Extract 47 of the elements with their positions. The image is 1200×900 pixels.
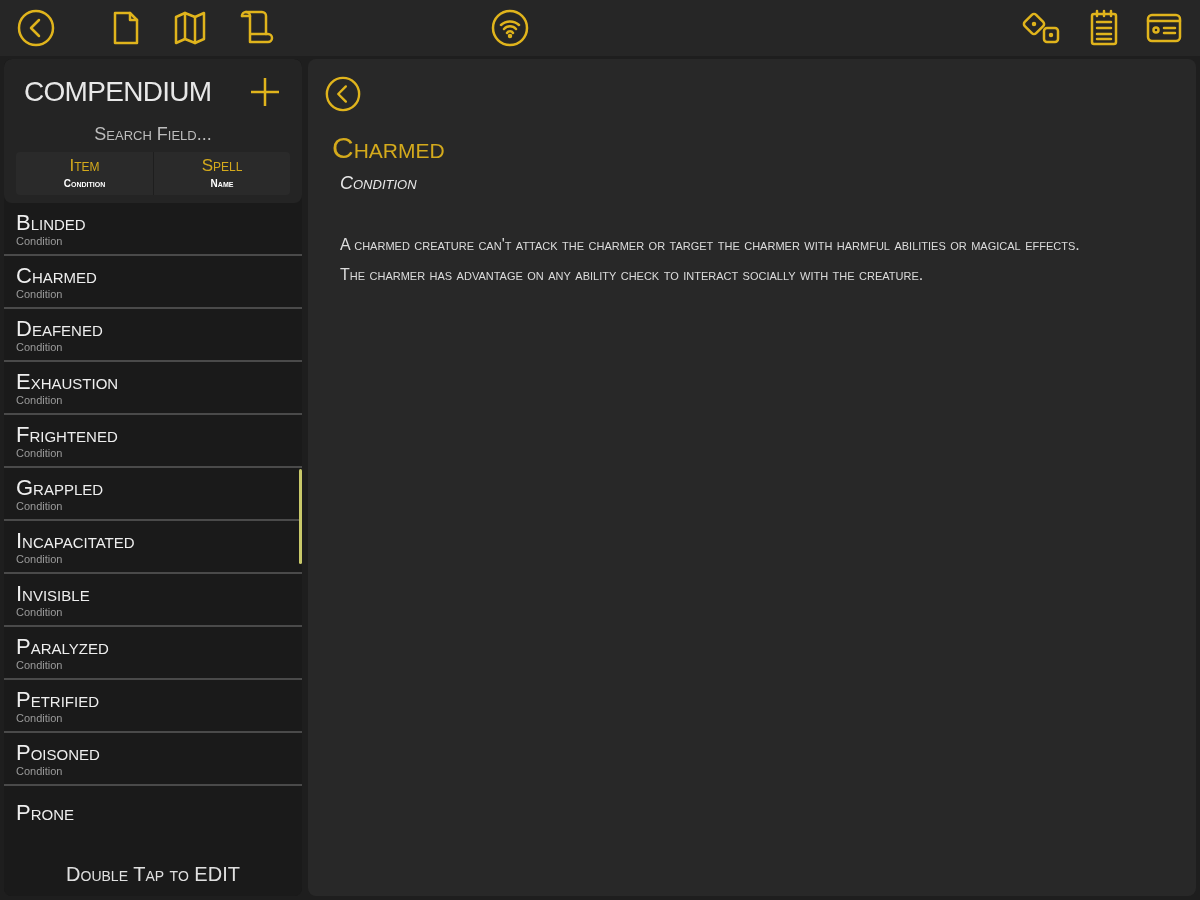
item-name: Blinded (16, 210, 87, 235)
detail-title: Charmed (332, 130, 446, 166)
condition-list-item[interactable]: Invisible Condition (4, 574, 302, 627)
item-type: Condition (16, 446, 64, 459)
condition-list-item[interactable]: Petrified Condition (4, 680, 302, 733)
search-field[interactable]: Search Field... (16, 121, 290, 148)
item-type: Condition (16, 552, 64, 565)
item-name: Invisible (16, 581, 91, 606)
item-type: Condition (16, 393, 64, 406)
item-type: Condition (16, 605, 64, 618)
item-type: Condition (16, 340, 64, 353)
item-name: Frightened (16, 422, 119, 447)
item-name: Charmed (16, 263, 98, 288)
condition-list-item[interactable]: Frightened Condition (4, 415, 302, 468)
detail-subtitle: Condition (340, 172, 418, 195)
item-name: Grappled (16, 475, 105, 500)
sort-option[interactable]: Spell Name (153, 152, 290, 195)
item-name: Exhaustion (16, 369, 120, 394)
footer-hint: Double Tap to EDIT (66, 862, 240, 887)
item-type: Condition (16, 711, 64, 724)
condition-list-item[interactable]: Paralyzed Condition (4, 627, 302, 680)
condition-list-item[interactable]: Deafened Condition (4, 309, 302, 362)
item-type: Condition (16, 234, 64, 247)
item-name: Deafened (16, 316, 104, 341)
scrollbar-thumb[interactable] (299, 469, 302, 564)
condition-list-item[interactable]: Charmed Condition (4, 256, 302, 309)
item-name: Incapacitated (16, 528, 136, 553)
item-name: Paralyzed (16, 634, 110, 659)
sort-option[interactable]: Item Condition (16, 152, 153, 195)
description-text: The charmer has advantage on any ability check to interact socially with the creature. (340, 265, 925, 285)
item-name: Petrified (16, 687, 100, 712)
condition-list-item[interactable]: Poisoned Condition (4, 733, 302, 786)
add-icon[interactable] (248, 75, 282, 109)
item-type: Condition (16, 287, 64, 300)
condition-list-item[interactable]: Prone (4, 786, 302, 839)
sidebar-title: COMPENDIUM (24, 75, 212, 109)
item-name: Poisoned (16, 740, 101, 765)
wifi-icon[interactable] (490, 8, 530, 48)
back-icon[interactable] (16, 8, 56, 48)
back-icon[interactable] (324, 75, 362, 113)
item-type: Condition (16, 764, 64, 777)
condition-list-item[interactable]: Blinded Condition (4, 203, 302, 256)
condition-list-item[interactable]: Exhaustion Condition (4, 362, 302, 415)
item-type: Condition (16, 499, 64, 512)
item-type: Condition (16, 658, 64, 671)
item-name: Prone (16, 800, 75, 825)
description-text: A charmed creature can't attack the charmer or target the charmer with harmful abilities or magical effects. (340, 235, 1081, 255)
